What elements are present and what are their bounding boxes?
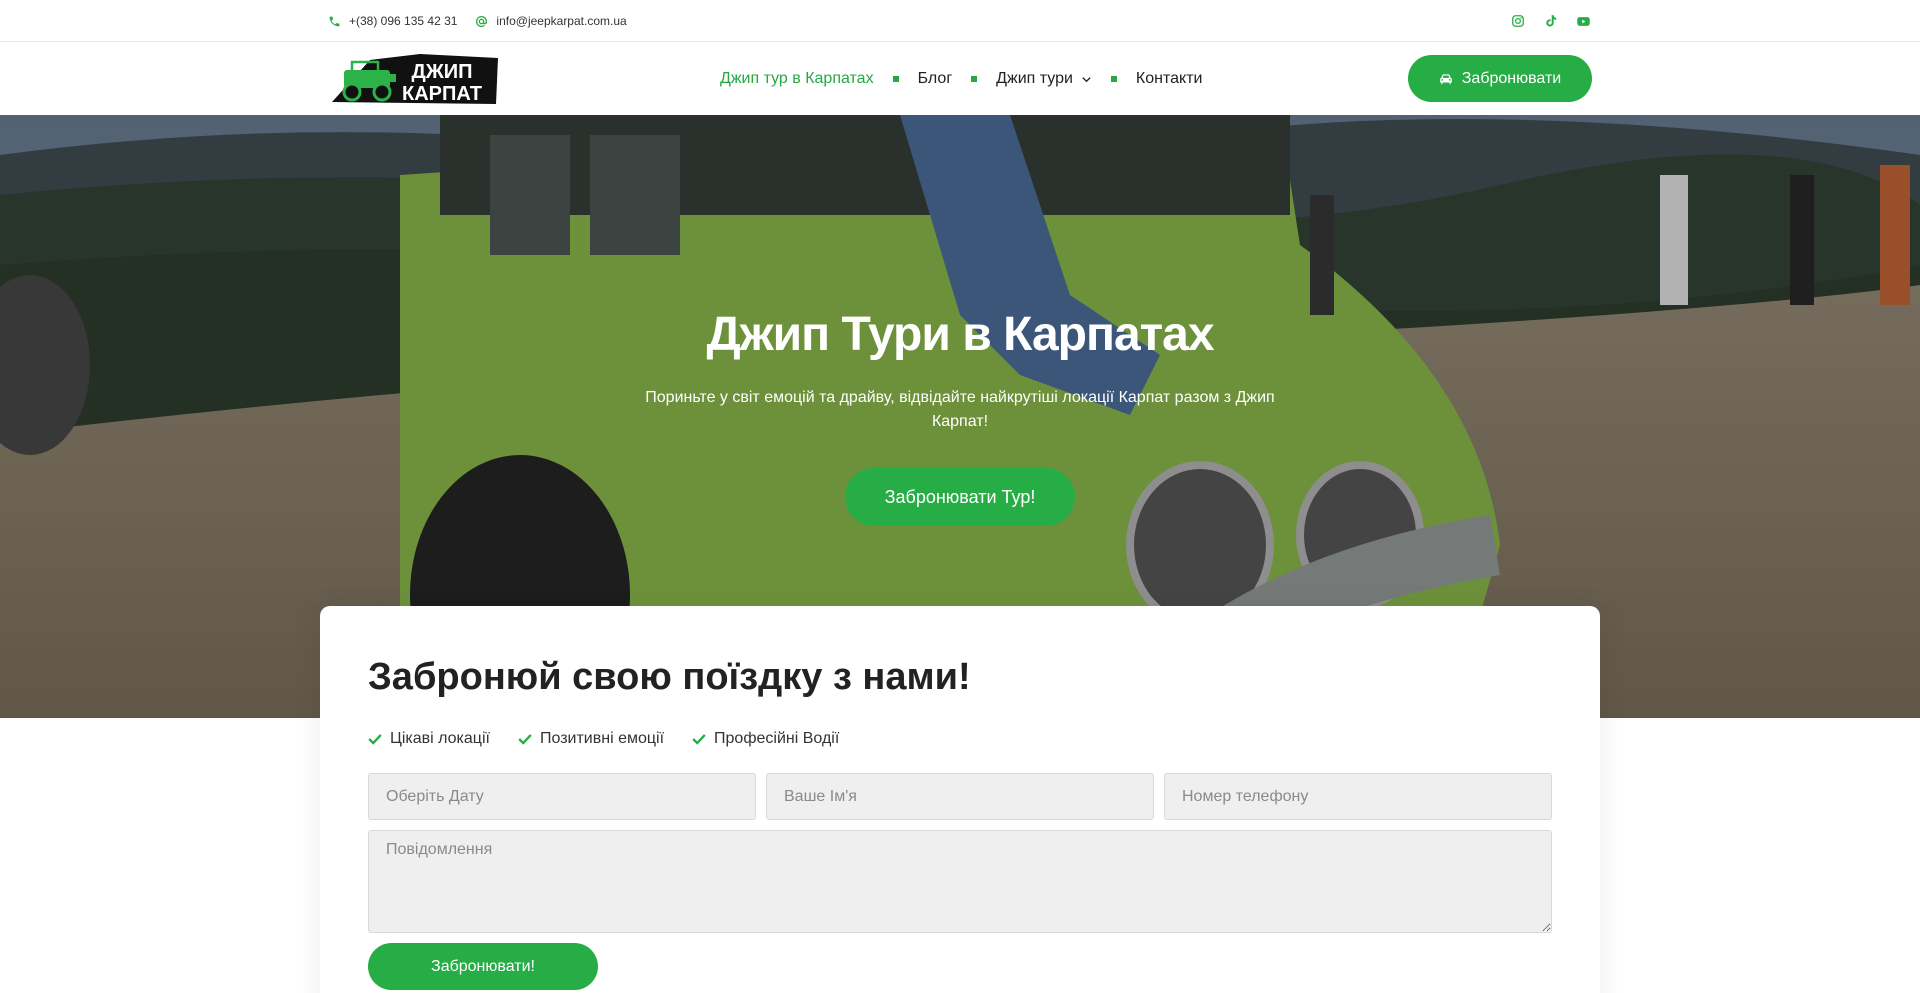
header-book-label: Забронювати [1461,69,1562,87]
nav-item-jeep-tour[interactable]: Джип тур в Карпатах [720,70,874,88]
phone-text: +(38) 096 135 42 31 [349,14,458,28]
feature-label: Цікаві локації [390,730,490,747]
check-icon [368,734,382,745]
feature-item: Цікаві локації [368,730,490,748]
car-icon [1439,73,1452,84]
name-input[interactable] [766,773,1154,820]
site-header: ДЖИП КАРПАТ Джип тур в Карпатах Блог Джи… [0,43,1920,115]
phone-contact[interactable]: +(38) 096 135 42 31 [328,14,457,28]
feature-item: Професійні Водії [692,730,839,748]
nav-item-jeep-tours-label: Джип тури [996,70,1073,87]
top-bar: +(38) 096 135 42 31 info@jeepkarpat.com.… [0,0,1920,42]
chevron-down-icon [1082,76,1091,82]
site-logo[interactable]: ДЖИП КАРПАТ [330,52,500,107]
nav-item-contacts[interactable]: Контакти [1136,70,1203,88]
tiktok-icon[interactable] [1542,13,1559,30]
at-icon [476,15,488,27]
instagram-icon[interactable] [1509,13,1526,30]
booking-title: Забронюй свою поїздку з нами! [368,656,971,698]
email-contact[interactable]: info@jeepkarpat.com.ua [475,14,627,28]
nav-item-blog[interactable]: Блог [918,70,953,88]
hero-subtitle: Пориньте у світ емоцій та драйву, відвід… [645,389,1275,430]
feature-label: Позитивні емоції [539,730,665,747]
booking-features: Цікаві локації Позитивні емоції Професій… [368,730,867,748]
feature-label: Професійні Водії [714,730,840,747]
check-icon [518,734,532,745]
nav-separator [1110,76,1117,82]
hero-title: Джип Тури в Карпатах [706,308,1214,361]
check-icon [692,734,706,745]
youtube-icon[interactable] [1575,13,1592,30]
booking-card: Забронюй свою поїздку з нами! Цікаві лок… [320,606,1600,993]
nav-separator [892,76,899,82]
header-book-button[interactable]: Забронювати [1408,55,1592,102]
logo-text-line1: ДЖИП [411,61,472,83]
social-links [1509,13,1592,30]
phone-icon [329,16,340,26]
logo-text-line2: КАРПАТ [402,83,482,105]
date-input[interactable] [368,773,756,820]
nav-item-jeep-tours[interactable]: Джип тури [996,70,1092,88]
main-nav: Джип тур в Карпатах Блог Джип тури Конта… [720,43,1202,115]
booking-submit-button[interactable]: Забронювати! [368,943,598,990]
email-text: info@jeepkarpat.com.ua [496,14,627,28]
hero-book-tour-button[interactable]: Забронювати Тур! [845,468,1075,526]
message-textarea[interactable] [368,830,1552,933]
nav-separator [971,76,978,82]
phone-input[interactable] [1164,773,1552,820]
feature-item: Позитивні емоції [518,730,664,748]
